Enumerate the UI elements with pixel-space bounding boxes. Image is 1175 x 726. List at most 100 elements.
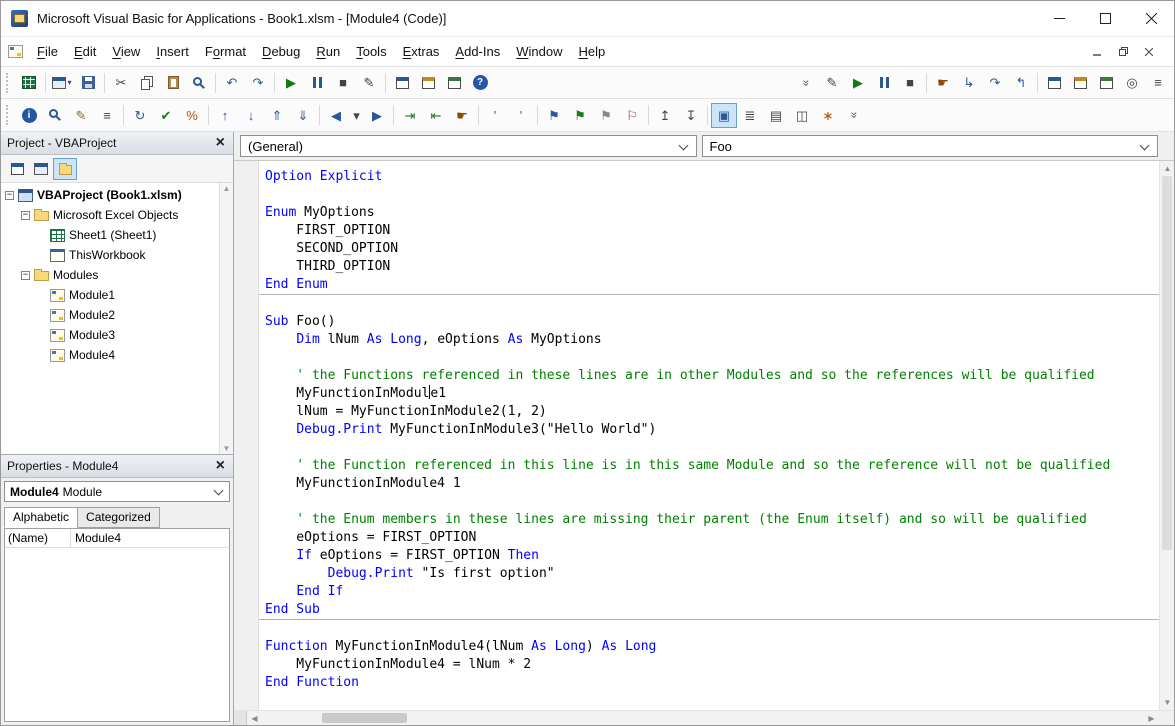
code-line-15[interactable]: lNum = MyFunctionInModule2(1, 2) <box>265 403 1159 421</box>
quick-watch-button[interactable]: ◎ <box>1119 70 1145 95</box>
module-bottom-button[interactable]: ⇓ <box>290 103 316 128</box>
tree-item-module2[interactable]: Module2 <box>1 305 219 325</box>
code-line-1[interactable]: Option Explicit <box>265 168 1159 186</box>
view-code-button[interactable] <box>5 158 29 180</box>
code-pane-button[interactable]: ◫ <box>789 103 815 128</box>
menu-view[interactable]: View <box>104 40 148 63</box>
scroll-up-icon[interactable]: ▲ <box>223 184 231 193</box>
scroll-right-icon[interactable]: ▶ <box>1144 711 1159 726</box>
toolbar-overflow-button[interactable]: » <box>793 70 819 95</box>
help-button[interactable]: ? <box>467 70 493 95</box>
code-line-14[interactable]: MyFunctionInModule1 <box>265 385 1159 403</box>
save-button[interactable] <box>75 70 101 95</box>
code-line-3[interactable]: Enum MyOptions <box>265 204 1159 222</box>
code-line-9[interactable] <box>265 295 1159 313</box>
find-all-references-button[interactable]: ▣ <box>711 102 737 128</box>
menu-edit[interactable]: Edit <box>66 40 104 63</box>
toggle-breakpoint-button[interactable]: ☛ <box>930 70 956 95</box>
code-line-16[interactable]: Debug.Print MyFunctionInModule3("Hello W… <box>265 421 1159 439</box>
view-microsoft-excel-button[interactable] <box>16 70 42 95</box>
menu-insert[interactable]: Insert <box>148 40 197 63</box>
code-line-24[interactable]: Debug.Print "Is first option" <box>265 565 1159 583</box>
list-members-button[interactable]: ≡ <box>94 103 120 128</box>
code-line-6[interactable]: THIRD_OPTION <box>265 258 1159 276</box>
import-module-button[interactable]: ↧ <box>678 103 704 128</box>
refresh-button[interactable]: ↻ <box>127 103 153 128</box>
code-line-18[interactable]: ' the Function referenced in this line i… <box>265 457 1159 475</box>
tree-item-module4[interactable]: Module4 <box>1 345 219 365</box>
property-value[interactable]: Module4 <box>71 531 229 545</box>
call-tree-button[interactable]: ≣ <box>737 103 763 128</box>
project-explorer-button[interactable] <box>389 70 415 95</box>
comment-block-button[interactable]: ' <box>482 103 508 128</box>
code-line-7[interactable]: End Enum <box>265 276 1159 294</box>
step-over-button[interactable]: ↷ <box>982 70 1008 95</box>
tree-item-modules[interactable]: − Modules <box>1 265 219 285</box>
project-panel-close-button[interactable]: × <box>212 135 229 151</box>
tree-expander-icon[interactable]: − <box>21 210 30 220</box>
menu-extras[interactable]: Extras <box>395 40 448 63</box>
vertical-scroll-track[interactable] <box>1160 176 1174 695</box>
code-editor[interactable]: Option Explicit Enum MyOptions FIRST_OPT… <box>259 161 1159 710</box>
code-line-28[interactable] <box>265 620 1159 638</box>
menu-window[interactable]: Window <box>508 40 570 63</box>
navigate-forward-button[interactable]: ▶ <box>364 103 390 128</box>
margin-indicator-bar[interactable] <box>234 161 259 710</box>
procedure-combo[interactable]: Foo <box>701 135 1158 157</box>
properties-window-button[interactable] <box>415 70 441 95</box>
code-line-25[interactable]: End If <box>265 583 1159 601</box>
code-line-13[interactable]: ' the Functions referenced in these line… <box>265 367 1159 385</box>
horizontal-scroll-track[interactable] <box>262 711 1144 725</box>
minimize-button[interactable] <box>1036 1 1082 36</box>
navigate-dropdown-button[interactable]: ▾ <box>349 103 364 128</box>
toolbar-grip[interactable] <box>6 105 11 125</box>
copy-button[interactable] <box>134 70 160 95</box>
horizontal-scroll-thumb[interactable] <box>322 713 407 723</box>
code-line-20[interactable] <box>265 493 1159 511</box>
code-line-26[interactable]: End Sub <box>265 601 1159 619</box>
tree-expander-icon[interactable]: − <box>21 270 30 280</box>
step-into-button[interactable]: ↳ <box>956 70 982 95</box>
tree-item-module3[interactable]: Module3 <box>1 325 219 345</box>
break-button[interactable] <box>304 70 330 95</box>
indent-button[interactable]: ⇥ <box>397 103 423 128</box>
previous-bookmark-button[interactable]: ⚑ <box>593 103 619 128</box>
locals-window-button[interactable] <box>1041 70 1067 95</box>
step-out-button[interactable]: ↰ <box>1008 70 1034 95</box>
clear-bookmarks-button[interactable]: ⚐ <box>619 103 645 128</box>
cut-button[interactable]: ✂ <box>108 70 134 95</box>
vertical-scroll-thumb[interactable] <box>1162 176 1172 550</box>
code-line-23[interactable]: If eOptions = FIRST_OPTION Then <box>265 547 1159 565</box>
menu-format[interactable]: Format <box>197 40 254 63</box>
toggle-folders-button[interactable] <box>53 157 77 180</box>
view-object-button[interactable] <box>29 158 53 180</box>
insert-userform-button[interactable]: ▾ <box>49 70 75 95</box>
code-line-22[interactable]: eOptions = FIRST_OPTION <box>265 529 1159 547</box>
tree-item-vbaproject-book1-xlsm[interactable]: − VBAProject (Book1.xlsm) <box>1 185 219 205</box>
object-combo[interactable]: (General) <box>240 135 697 157</box>
run-debug-button[interactable]: ▶ <box>845 70 871 95</box>
menu-help[interactable]: Help <box>570 40 613 63</box>
tree-item-microsoft-excel-objects[interactable]: − Microsoft Excel Objects <box>1 205 219 225</box>
compile-button[interactable]: ✔ <box>153 103 179 128</box>
mdi-minimize-button[interactable] <box>1086 42 1108 62</box>
code-line-11[interactable]: Dim lNum As Long, eOptions As MyOptions <box>265 331 1159 349</box>
scroll-left-icon[interactable]: ◀ <box>247 711 262 726</box>
mdi-restore-button[interactable] <box>1112 42 1134 62</box>
tree-item-module1[interactable]: Module1 <box>1 285 219 305</box>
immediate-window-button[interactable] <box>1067 70 1093 95</box>
code-line-12[interactable] <box>265 349 1159 367</box>
previous-procedure-button[interactable]: ↑ <box>212 103 238 128</box>
undo-button[interactable]: ↶ <box>219 70 245 95</box>
code-line-30[interactable]: MyFunctionInModule4 = lNum * 2 <box>265 656 1159 674</box>
uncomment-block-button[interactable]: ' <box>508 103 534 128</box>
code-line-31[interactable]: End Function <box>265 674 1159 692</box>
code-line-17[interactable] <box>265 439 1159 457</box>
menu-tools[interactable]: Tools <box>348 40 394 63</box>
reset-button[interactable]: ■ <box>330 70 356 95</box>
break-debug-button[interactable] <box>871 70 897 95</box>
watch-window-button[interactable] <box>1093 70 1119 95</box>
scroll-up-icon[interactable]: ▲ <box>1160 161 1175 176</box>
code-line-29[interactable]: Function MyFunctionInModule4(lNum As Lon… <box>265 638 1159 656</box>
export-module-button[interactable]: ↥ <box>652 103 678 128</box>
